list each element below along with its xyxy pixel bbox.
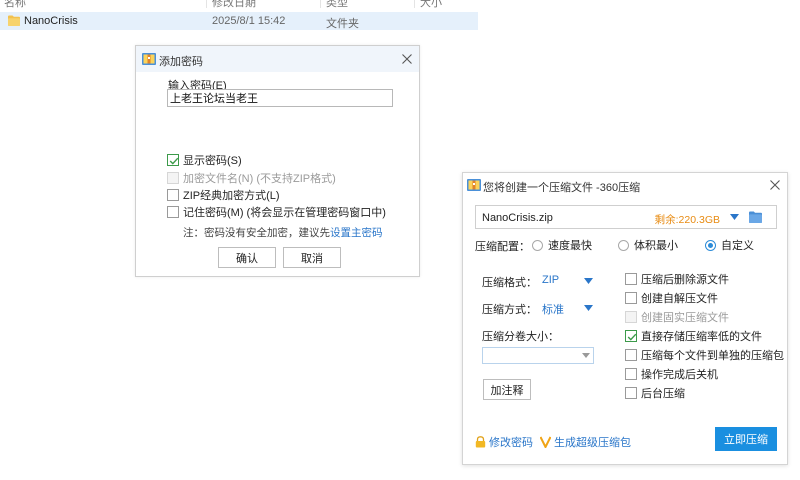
option-label: 压缩每个文件到单独的压缩包: [641, 350, 784, 362]
v-icon: [540, 436, 551, 448]
checkbox-checked[interactable]: [625, 330, 637, 342]
column-header-date[interactable]: 修改日期: [212, 0, 256, 8]
checkbox[interactable]: [167, 206, 179, 218]
dialog-title: 添加密码: [159, 56, 203, 68]
option-label: 创建固实压缩文件: [641, 312, 729, 324]
checkbox[interactable]: [625, 273, 637, 285]
lock-icon: [475, 436, 486, 448]
triangle-down-icon[interactable]: [584, 278, 593, 284]
radio-button[interactable]: [618, 239, 629, 251]
show-password-option[interactable]: 显示密码(S): [167, 153, 242, 167]
dialog-title: 您将创建一个压缩文件 -360压缩: [483, 182, 641, 194]
store-low-ratio-option[interactable]: 直接存储压缩率低的文件: [625, 329, 762, 343]
file-name: NanoCrisis: [24, 15, 78, 27]
method-label: 压缩方式：: [482, 304, 537, 316]
cancel-button[interactable]: 取消: [283, 247, 341, 268]
password-input[interactable]: [167, 89, 393, 107]
column-separator: [206, 0, 207, 8]
radio-button-selected[interactable]: [705, 239, 716, 251]
checkbox[interactable]: [625, 387, 637, 399]
background-compress-option[interactable]: 后台压缩: [625, 386, 685, 400]
method-select[interactable]: 标准: [542, 301, 564, 317]
change-password-link[interactable]: 修改密码: [475, 434, 533, 450]
free-space-label: 剩余:220.3GB: [654, 214, 720, 226]
option-label: ZIP经典加密方式(L): [183, 190, 280, 202]
file-date: 2025/8/1 15:42: [212, 15, 286, 27]
encrypt-filenames-option: 加密文件名(N) (不支持ZIP格式): [167, 171, 336, 185]
option-label: 直接存储压缩率低的文件: [641, 331, 762, 343]
checkbox[interactable]: [625, 368, 637, 380]
triangle-down-icon[interactable]: [582, 353, 590, 358]
archive-path-field[interactable]: NanoCrisis.zip 剩余:220.3GB: [475, 205, 777, 229]
config-label: 压缩配置：: [475, 241, 530, 253]
start-compress-button[interactable]: 立即压缩: [715, 427, 777, 451]
checkbox-disabled: [625, 311, 637, 323]
file-row-nanocrisis[interactable]: NanoCrisis 2025/8/1 15:42 文件夹: [0, 12, 478, 30]
delete-source-option[interactable]: 压缩后删除源文件: [625, 272, 729, 286]
radio-button[interactable]: [532, 239, 543, 251]
option-label: 压缩后删除源文件: [641, 274, 729, 286]
option-label: 操作完成后关机: [641, 369, 718, 381]
set-master-password-link[interactable]: 设置主密码: [330, 227, 383, 239]
checkbox[interactable]: [625, 292, 637, 304]
column-separator: [320, 0, 321, 8]
folder-icon: [8, 15, 20, 26]
check-icon: [169, 157, 179, 165]
dialog-titlebar[interactable]: 添加密码: [136, 46, 419, 72]
security-note: 注：密码没有安全加密，建议先设置主密码: [183, 225, 383, 240]
column-header-size[interactable]: 大小: [420, 0, 442, 8]
checkbox[interactable]: [167, 189, 179, 201]
link-label: 修改密码: [489, 437, 533, 449]
super-archive-link[interactable]: 生成超级压缩包: [540, 434, 631, 450]
radio-label: 速度最快: [548, 240, 592, 252]
create-archive-dialog: 您将创建一个压缩文件 -360压缩 NanoCrisis.zip 剩余:220.…: [462, 172, 788, 465]
volume-size-label: 压缩分卷大小：: [482, 331, 559, 343]
separate-archives-option[interactable]: 压缩每个文件到单独的压缩包: [625, 348, 784, 362]
checkbox-checked[interactable]: [167, 154, 179, 166]
column-header-type[interactable]: 类型: [326, 0, 348, 8]
option-label: 创建自解压文件: [641, 293, 718, 305]
triangle-down-icon[interactable]: [730, 214, 739, 220]
format-select[interactable]: ZIP: [542, 274, 559, 286]
zip-classic-encryption-option[interactable]: ZIP经典加密方式(L): [167, 188, 280, 202]
radio-smallest[interactable]: 体积最小: [618, 237, 678, 253]
remember-password-option[interactable]: 记住密码(M) (将会显示在管理密码窗口中): [167, 205, 386, 219]
shutdown-after-option[interactable]: 操作完成后关机: [625, 367, 718, 381]
option-label: 加密文件名(N) (不支持ZIP格式): [183, 173, 336, 185]
add-comment-button[interactable]: 加注释: [483, 379, 531, 400]
self-extracting-option[interactable]: 创建自解压文件: [625, 291, 718, 305]
radio-label: 自定义: [721, 240, 754, 252]
close-icon[interactable]: [768, 178, 782, 192]
checkbox-disabled: [167, 172, 179, 184]
volume-size-combobox[interactable]: [482, 347, 594, 364]
note-text: 注：密码没有安全加密，建议先: [183, 227, 330, 239]
close-icon[interactable]: [400, 52, 414, 66]
radio-custom[interactable]: 自定义: [705, 237, 754, 253]
link-label: 生成超级压缩包: [554, 437, 631, 449]
zip-app-icon: [467, 179, 481, 191]
zip-app-icon: [142, 53, 156, 65]
file-list-header: 名称 修改日期 类型 大小: [0, 0, 478, 8]
column-separator: [414, 0, 415, 8]
radio-label: 体积最小: [634, 240, 678, 252]
option-label: 记住密码(M) (将会显示在管理密码窗口中): [183, 207, 386, 219]
dialog-titlebar[interactable]: 您将创建一个压缩文件 -360压缩: [463, 173, 787, 197]
option-label: 后台压缩: [641, 388, 685, 400]
browse-folder-icon[interactable]: [749, 211, 762, 223]
file-list: 名称 修改日期 类型 大小 NanoCrisis 2025/8/1 15:42 …: [0, 0, 478, 31]
radio-fastest[interactable]: 速度最快: [532, 237, 592, 253]
format-label: 压缩格式：: [482, 277, 537, 289]
add-password-dialog: 添加密码 输入密码(E) 显示密码(S) 加密文件名(N) (不支持ZIP格式)…: [135, 45, 420, 277]
confirm-button[interactable]: 确认: [218, 247, 276, 268]
file-type: 文件夹: [326, 18, 359, 30]
checkbox[interactable]: [625, 349, 637, 361]
check-icon: [627, 333, 637, 341]
solid-archive-option: 创建固实压缩文件: [625, 310, 729, 324]
archive-filename[interactable]: NanoCrisis.zip: [482, 212, 553, 224]
option-label: 显示密码(S): [183, 155, 242, 167]
column-header-name[interactable]: 名称: [4, 0, 26, 8]
triangle-down-icon[interactable]: [584, 305, 593, 311]
